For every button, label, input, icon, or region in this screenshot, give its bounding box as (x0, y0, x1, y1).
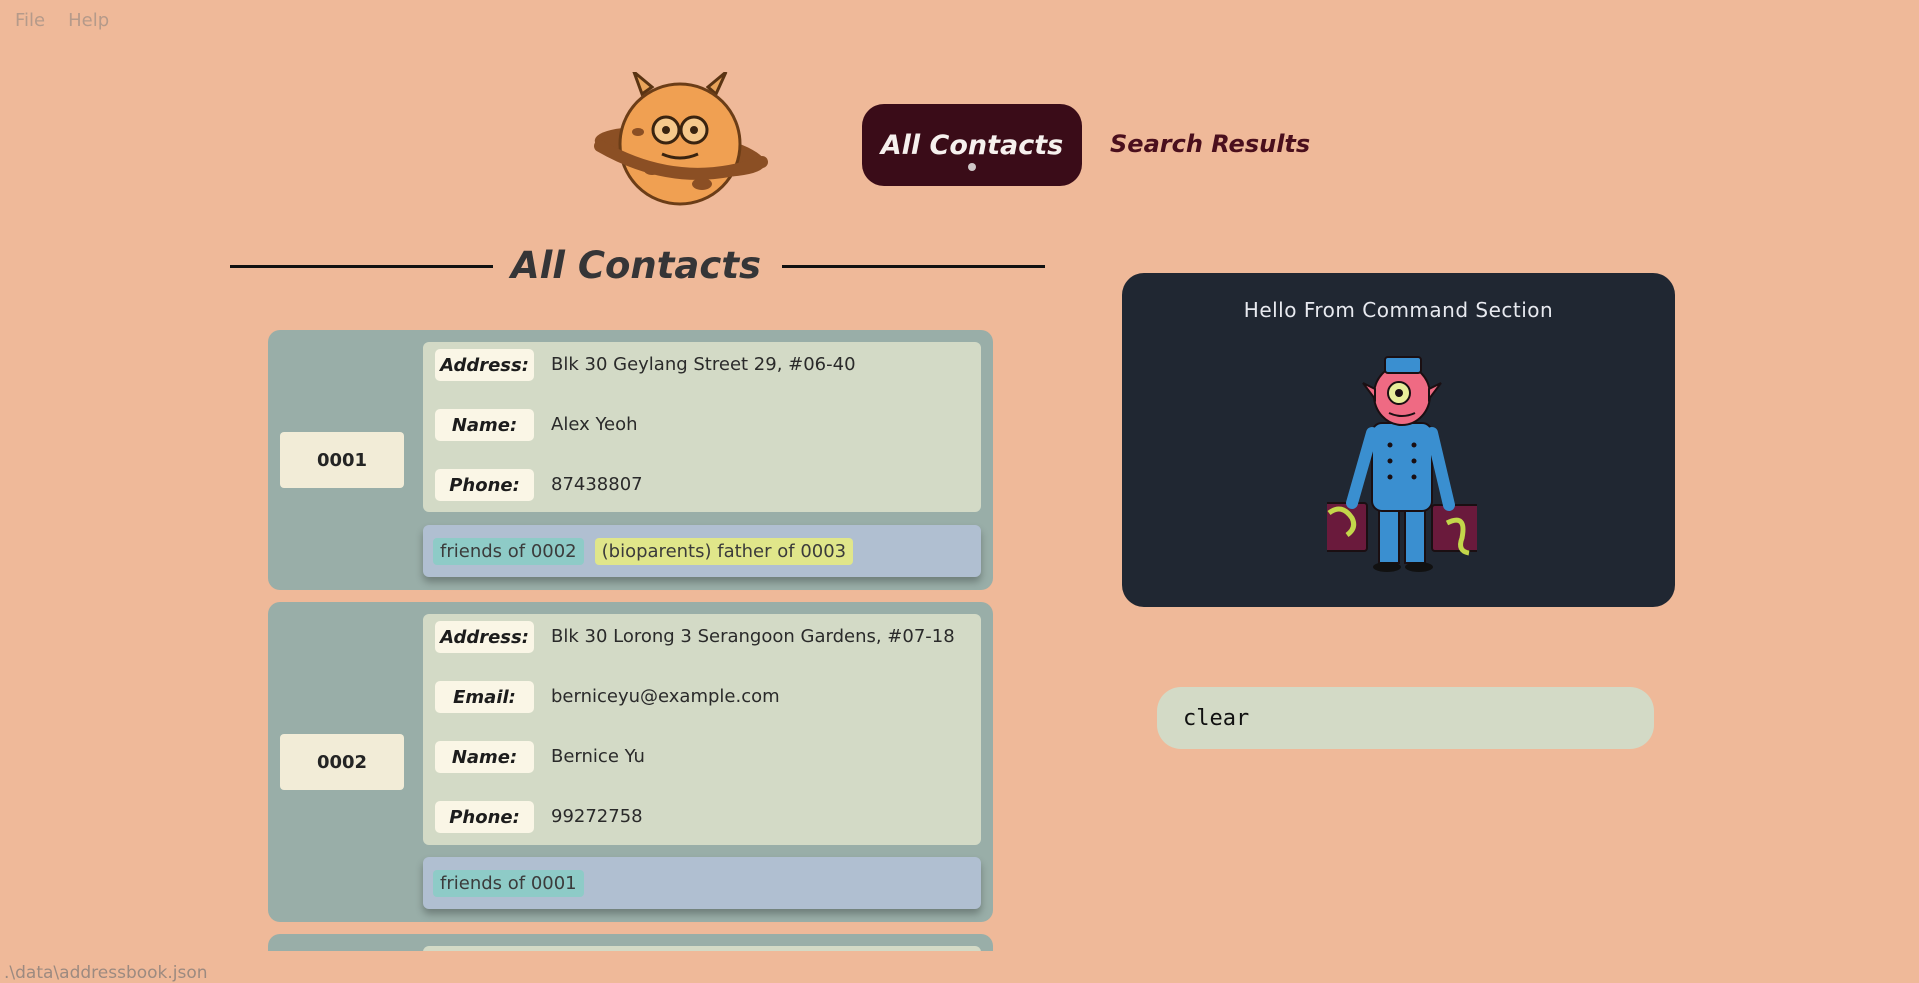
field-label: Name: (435, 741, 534, 773)
command-panel: Hello From Command Section (1122, 273, 1675, 607)
relationship-tags: friends of 0001 (423, 857, 981, 909)
active-tab-indicator (968, 163, 976, 171)
contact-list[interactable]: 0001 Address: Blk 30 Geylang Street 29, … (268, 330, 993, 951)
title-divider-right (782, 265, 1045, 268)
tag-parent: (bioparents) father of 0003 (594, 537, 854, 565)
contact-fields: Address: Blk 30 Geylang Street 29, #06-4… (423, 342, 981, 512)
field-value: 87438807 (551, 474, 643, 495)
field-row-phone: Phone: 87438807 (435, 469, 969, 529)
command-input[interactable] (1157, 687, 1654, 749)
field-row-name: Name: Alex Yeoh (435, 409, 969, 469)
menu-help[interactable]: Help (68, 10, 109, 31)
relationship-tags: friends of 0002 (bioparents) father of 0… (423, 525, 981, 577)
tab-all-contacts[interactable]: All Contacts (862, 104, 1082, 186)
contact-id: 0001 (280, 432, 404, 488)
status-bar-file-path: .\data\addressbook.json (4, 963, 208, 983)
field-label: Phone: (435, 469, 534, 501)
field-value: Alex Yeoh (551, 414, 638, 435)
field-row-email: Email: berniceyu@example.com (435, 681, 969, 741)
field-row-phone: Phone: 99272758 (435, 801, 969, 861)
field-row-address: Address: Blk 30 Lorong 3 Serangoon Garde… (435, 621, 969, 681)
contact-card[interactable] (268, 934, 993, 951)
field-label: Name: (435, 409, 534, 441)
field-label: Address: (435, 349, 534, 381)
bellhop-monster-icon (1327, 356, 1477, 572)
tag-friend: friends of 0001 (433, 869, 584, 897)
contact-id: 0002 (280, 734, 404, 790)
command-greeting: Hello From Command Section (1243, 298, 1554, 322)
field-value: Blk 30 Geylang Street 29, #06-40 (551, 354, 856, 375)
field-row-name: Name: Bernice Yu (435, 741, 969, 801)
contact-fields: Address: Blk 30 Lorong 3 Serangoon Garde… (423, 614, 981, 845)
contact-card[interactable]: 0002 Address: Blk 30 Lorong 3 Serangoon … (268, 602, 993, 922)
field-value: 99272758 (551, 806, 643, 827)
field-row-address: Address: Blk 30 Geylang Street 29, #06-4… (435, 349, 969, 409)
field-value: Blk 30 Lorong 3 Serangoon Gardens, #07-1… (551, 626, 955, 647)
title-divider-left (230, 265, 493, 268)
tag-friend: friends of 0002 (433, 537, 584, 565)
menu-file[interactable]: File (15, 10, 45, 31)
field-value: Bernice Yu (551, 746, 645, 767)
tab-all-contacts-label: All Contacts (880, 129, 1064, 161)
field-label: Phone: (435, 801, 534, 833)
field-label: Email: (435, 681, 534, 713)
planet-monster-logo-icon (594, 72, 768, 206)
field-value: berniceyu@example.com (551, 686, 780, 707)
field-label: Address: (435, 621, 534, 653)
tab-search-results[interactable]: Search Results (1110, 124, 1310, 164)
contact-card[interactable]: 0001 Address: Blk 30 Geylang Street 29, … (268, 330, 993, 590)
contact-fields (423, 946, 981, 951)
contact-list-title: All Contacts (510, 244, 762, 287)
menu-bar: File Help (0, 0, 109, 40)
